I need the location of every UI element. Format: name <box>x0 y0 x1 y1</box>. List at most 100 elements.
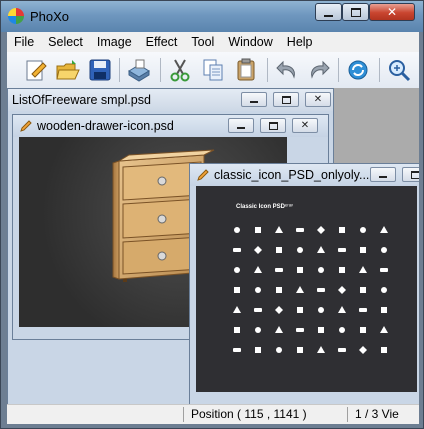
sample-glyph-icon <box>254 246 262 254</box>
status-bar: Position ( 115 , 1141 ) 1 / 3 Vie <box>7 404 419 424</box>
zoom-icon <box>389 60 411 82</box>
mdi-workspace: ListOfFreeware smpl.psd ✕ wooden-drawer-… <box>7 88 419 404</box>
sample-glyph-icon <box>275 306 283 314</box>
window-listoffreeware-minimize-button[interactable] <box>241 92 267 107</box>
pencil-icon <box>20 120 32 132</box>
window-listoffreeware-titlebar[interactable]: ListOfFreeware smpl.psd ✕ <box>8 89 333 111</box>
sample-glyph-icon <box>297 307 303 313</box>
minimize-icon <box>237 127 245 129</box>
sample-glyph-icon <box>276 287 282 293</box>
menu-select[interactable]: Select <box>41 35 90 49</box>
toolbar-separator <box>160 58 161 82</box>
window-wooden-drawer-minimize-button[interactable] <box>228 118 254 133</box>
sample-glyph-icon <box>380 268 388 272</box>
restore-icon <box>410 170 419 179</box>
minimize-icon <box>250 101 258 103</box>
toolbar-separator <box>267 58 268 82</box>
minimize-button[interactable] <box>315 3 342 21</box>
minimize-icon <box>379 176 387 178</box>
sample-glyph-icon <box>380 326 388 333</box>
menu-window[interactable]: Window <box>221 35 279 49</box>
window-listoffreeware-close-button[interactable]: ✕ <box>305 92 331 107</box>
sample-glyph-icon <box>338 286 346 294</box>
sample-glyph-icon <box>359 308 367 312</box>
sample-glyph-icon <box>234 227 240 233</box>
window-wooden-drawer-close-button[interactable]: ✕ <box>292 118 318 133</box>
open-folder-icon <box>56 60 80 80</box>
sample-glyph-icon <box>381 287 387 293</box>
app-logo-icon <box>8 8 24 24</box>
cut-button[interactable] <box>167 57 193 83</box>
refresh-icon <box>348 60 368 80</box>
window-wooden-drawer-titlebar[interactable]: wooden-drawer-icon.psd ✕ <box>13 115 328 137</box>
save-button[interactable] <box>87 57 113 83</box>
menu-tool[interactable]: Tool <box>184 35 221 49</box>
open-button[interactable] <box>55 57 81 83</box>
sample-glyph-icon <box>381 347 387 353</box>
classic-icon-canvas[interactable]: Classic Icon PSDᵉʳᵃᵛ <box>196 186 417 392</box>
redo-button[interactable] <box>306 57 332 83</box>
scan-button[interactable] <box>126 57 152 83</box>
sample-glyph-icon <box>296 286 304 293</box>
redo-icon <box>311 60 330 79</box>
window-wooden-drawer-restore-button[interactable] <box>260 118 286 133</box>
sample-glyph-icon <box>381 307 387 313</box>
close-button[interactable]: ✕ <box>369 3 415 21</box>
scanner-icon <box>128 59 150 82</box>
sample-glyph-icon <box>359 346 367 354</box>
sample-glyph-icon <box>275 268 283 272</box>
sample-glyph-icon <box>255 327 261 333</box>
toolbar-separator <box>379 58 380 82</box>
sample-glyph-icon <box>233 348 241 352</box>
title-bar[interactable]: PhoXo ✕ <box>1 1 423 32</box>
sample-glyph-icon <box>297 347 303 353</box>
menu-file[interactable]: File <box>7 35 41 49</box>
menu-image[interactable]: Image <box>90 35 139 49</box>
scissors-icon <box>170 59 190 82</box>
sample-glyph-icon <box>255 347 261 353</box>
close-icon: ✕ <box>313 93 323 105</box>
status-page: 1 / 3 Vie <box>355 407 399 421</box>
window-listoffreeware-restore-button[interactable] <box>273 92 299 107</box>
window-classic-icon-minimize-button[interactable] <box>370 167 396 182</box>
menu-effect[interactable]: Effect <box>139 35 185 49</box>
undo-button[interactable] <box>274 57 300 83</box>
sample-glyph-icon <box>276 247 282 253</box>
window-classic-icon-restore-button[interactable] <box>402 167 419 182</box>
sample-glyph-icon <box>233 306 241 313</box>
sample-glyph-icon <box>317 246 325 253</box>
sample-glyph-icon <box>339 327 345 333</box>
sample-glyph-icon <box>297 247 303 253</box>
sample-glyph-icon <box>338 248 346 252</box>
sample-glyph-icon <box>360 327 366 333</box>
copy-button[interactable] <box>200 57 226 83</box>
paste-icon <box>237 58 255 81</box>
window-wooden-drawer-title: wooden-drawer-icon.psd <box>37 119 174 133</box>
close-icon: ✕ <box>386 5 398 19</box>
sample-glyph-icon <box>318 307 324 313</box>
phoxo-app-window: PhoXo ✕ File Select Image Effect Tool Wi… <box>0 0 424 429</box>
window-classic-icon-titlebar[interactable]: classic_icon_PSD_onlyoly.... <box>190 164 419 186</box>
toolbar-separator <box>338 58 339 82</box>
undo-icon <box>276 60 295 79</box>
maximize-button[interactable] <box>342 3 369 21</box>
sample-glyph-icon <box>297 267 303 273</box>
sample-glyph-icon <box>254 308 262 312</box>
zoom-button[interactable] <box>386 57 412 83</box>
sample-glyph-icon <box>381 247 387 253</box>
sample-glyph-icon <box>254 266 262 273</box>
refresh-button[interactable] <box>345 57 371 83</box>
sample-glyph-icon <box>296 328 304 332</box>
toolbar <box>7 52 419 89</box>
app-title: PhoXo <box>30 9 70 24</box>
window-classic-icon[interactable]: classic_icon_PSD_onlyoly.... Classic Ico… <box>189 163 419 404</box>
sample-glyph-icon <box>360 227 366 233</box>
new-button[interactable] <box>23 57 49 83</box>
sample-glyph-icon <box>339 227 345 233</box>
window-listoffreeware-title: ListOfFreeware smpl.psd <box>12 93 151 107</box>
save-icon <box>89 59 111 81</box>
sample-glyph-icon <box>338 348 346 352</box>
paste-button[interactable] <box>233 57 259 83</box>
new-icon <box>26 60 47 81</box>
menu-help[interactable]: Help <box>280 35 320 49</box>
